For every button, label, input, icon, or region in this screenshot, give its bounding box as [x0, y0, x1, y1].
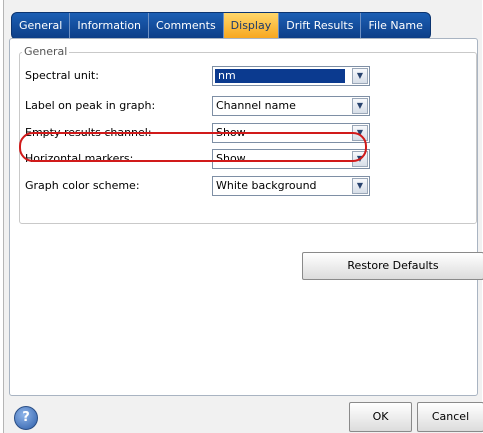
- tab-file-name[interactable]: File Name: [361, 13, 429, 39]
- row-graph-color: Graph color scheme: White background ▼: [20, 176, 476, 198]
- label-on-peak-value: Channel name: [216, 99, 296, 112]
- ok-button[interactable]: OK: [349, 402, 412, 432]
- row-label-on-peak: Label on peak in graph: Channel name ▼: [20, 96, 476, 118]
- tab-comments[interactable]: Comments: [149, 13, 224, 39]
- dialog-window: General Information Comments Display Dri…: [3, 0, 483, 433]
- tab-general[interactable]: General: [12, 13, 71, 39]
- chevron-down-icon[interactable]: ▼: [352, 178, 368, 194]
- highlight-annotation: [19, 132, 367, 162]
- graph-color-select[interactable]: White background ▼: [212, 176, 370, 196]
- group-title: General: [22, 45, 70, 58]
- spectral-unit-select[interactable]: nm ▼: [212, 66, 370, 86]
- row-spectral-unit: Spectral unit: nm ▼: [20, 66, 476, 88]
- display-panel: General Spectral unit: nm ▼ Label on pea…: [9, 38, 483, 396]
- spectral-unit-value: nm: [218, 69, 236, 82]
- spectral-unit-label: Spectral unit:: [25, 69, 99, 82]
- tab-drift-results[interactable]: Drift Results: [279, 13, 362, 39]
- tab-information[interactable]: Information: [70, 13, 150, 39]
- cancel-button[interactable]: Cancel: [417, 402, 483, 432]
- chevron-down-icon[interactable]: ▼: [352, 98, 368, 114]
- tab-display[interactable]: Display: [223, 13, 280, 39]
- label-on-peak-label: Label on peak in graph:: [25, 99, 156, 112]
- graph-color-label: Graph color scheme:: [25, 179, 140, 192]
- chevron-down-icon[interactable]: ▼: [352, 68, 368, 84]
- tab-bar: General Information Comments Display Dri…: [11, 12, 431, 40]
- help-icon[interactable]: ?: [14, 406, 38, 430]
- label-on-peak-select[interactable]: Channel name ▼: [212, 96, 370, 116]
- graph-color-value: White background: [216, 179, 317, 192]
- restore-defaults-button[interactable]: Restore Defaults: [302, 252, 483, 280]
